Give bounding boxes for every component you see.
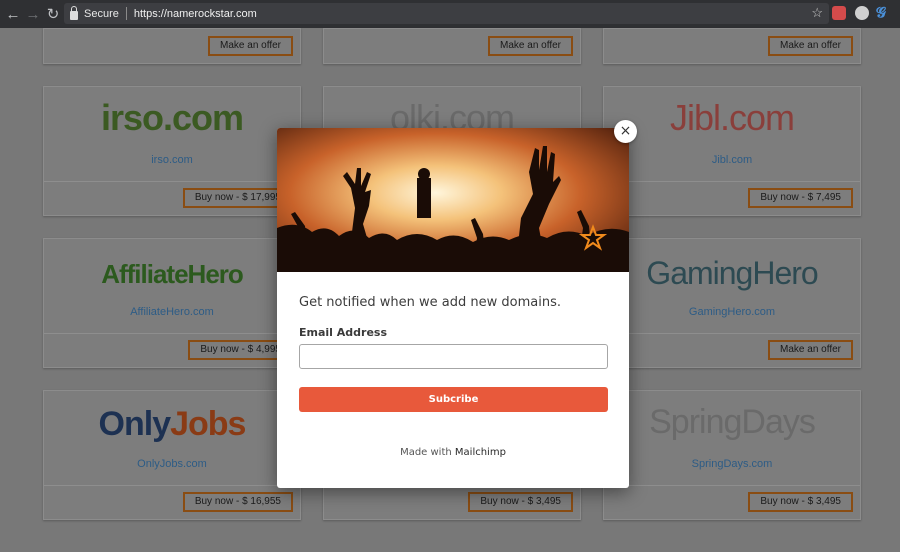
domain-logo: irso.com — [100, 97, 244, 138]
card-divider — [44, 181, 300, 182]
make-offer-button[interactable]: Make an offer — [488, 36, 573, 56]
domain-card: Make an offer — [323, 28, 581, 64]
lock-icon — [70, 5, 78, 20]
make-offer-button[interactable]: Make an offer — [768, 340, 853, 360]
domain-link[interactable]: OnlyJobs.com — [44, 458, 300, 470]
domain-link[interactable]: irso.com — [44, 154, 300, 166]
card-divider — [44, 485, 300, 486]
domain-link[interactable]: SpringDays.com — [604, 458, 860, 470]
domain-card: Make an offer — [603, 28, 861, 64]
made-with-footer: Made with Mailchimp — [277, 447, 629, 458]
domain-card: Jibl.com Jibl.com Buy now - $ 7,495 — [603, 86, 861, 216]
email-field[interactable] — [299, 344, 608, 369]
email-label: Email Address — [299, 326, 388, 339]
domain-link[interactable]: AffiliateHero.com — [44, 306, 300, 318]
domain-card: SpringDays SpringDays.com Buy now - $ 3,… — [603, 390, 861, 520]
concert-crowd-image — [277, 128, 629, 272]
domain-logo: Jibl.com — [669, 97, 795, 138]
mailchimp-link[interactable]: Mailchimp — [455, 447, 506, 458]
domain-card: AffiliateHero AffiliateHero.com Buy now … — [43, 238, 301, 368]
card-divider — [44, 333, 300, 334]
secure-label: Secure — [84, 7, 119, 20]
buy-now-button[interactable]: Buy now - $ 7,495 — [748, 188, 853, 208]
domain-link[interactable]: Jibl.com — [604, 154, 860, 166]
domain-card: GamingHero GamingHero.com Make an offer — [603, 238, 861, 368]
domain-logo: AffiliateHero — [101, 259, 244, 289]
card-divider — [604, 181, 860, 182]
extension-blue-icon[interactable]: 𝓖 — [876, 4, 890, 20]
logo-part-jobs: Jobs — [170, 405, 246, 443]
domain-link[interactable]: GamingHero.com — [604, 306, 860, 318]
domain-logo: GamingHero — [646, 255, 818, 291]
made-with-prefix: Made with — [400, 447, 455, 458]
logo-part-only: Only — [98, 405, 172, 443]
address-separator — [125, 7, 127, 20]
buy-now-button[interactable]: Buy now - $ 3,495 — [468, 492, 573, 512]
card-divider — [604, 333, 860, 334]
make-offer-button[interactable]: Make an offer — [768, 36, 853, 56]
buy-now-button[interactable]: Buy now - $ 16,955 — [182, 492, 293, 512]
bookmark-star-icon[interactable]: ☆ — [811, 5, 823, 21]
modal-heading: Get notified when we add new domains. — [299, 295, 561, 310]
address-bar[interactable]: Secure https://namerockstar.com ☆ — [64, 3, 829, 24]
arrow-left-icon[interactable]: ← — [3, 4, 23, 24]
reload-icon[interactable]: ↻ — [43, 4, 63, 24]
extension-circle-icon[interactable] — [855, 6, 869, 20]
domain-logo: OnlyJobs — [44, 405, 300, 444]
domain-card: OnlyJobs OnlyJobs.com Buy now - $ 16,955 — [43, 390, 301, 520]
url-text[interactable]: https://namerockstar.com — [134, 8, 257, 20]
domain-card: Make an offer — [43, 28, 301, 64]
browser-toolbar: ← → ↻ Secure https://namerockstar.com ☆ … — [0, 0, 900, 28]
domain-logo: SpringDays — [649, 403, 816, 441]
signup-modal: Get notified when we add new domains. Em… — [277, 128, 629, 488]
make-offer-button[interactable]: Make an offer — [208, 36, 293, 56]
buy-now-button[interactable]: Buy now - $ 3,495 — [748, 492, 853, 512]
close-icon[interactable]: × — [614, 120, 637, 143]
card-divider — [604, 485, 860, 486]
arrow-right-icon[interactable]: → — [23, 4, 43, 24]
domain-card: irso.com irso.com Buy now - $ 17,995 — [43, 86, 301, 216]
extension-red-icon[interactable] — [832, 6, 846, 20]
subscribe-button[interactable]: Subcribe — [299, 387, 608, 412]
